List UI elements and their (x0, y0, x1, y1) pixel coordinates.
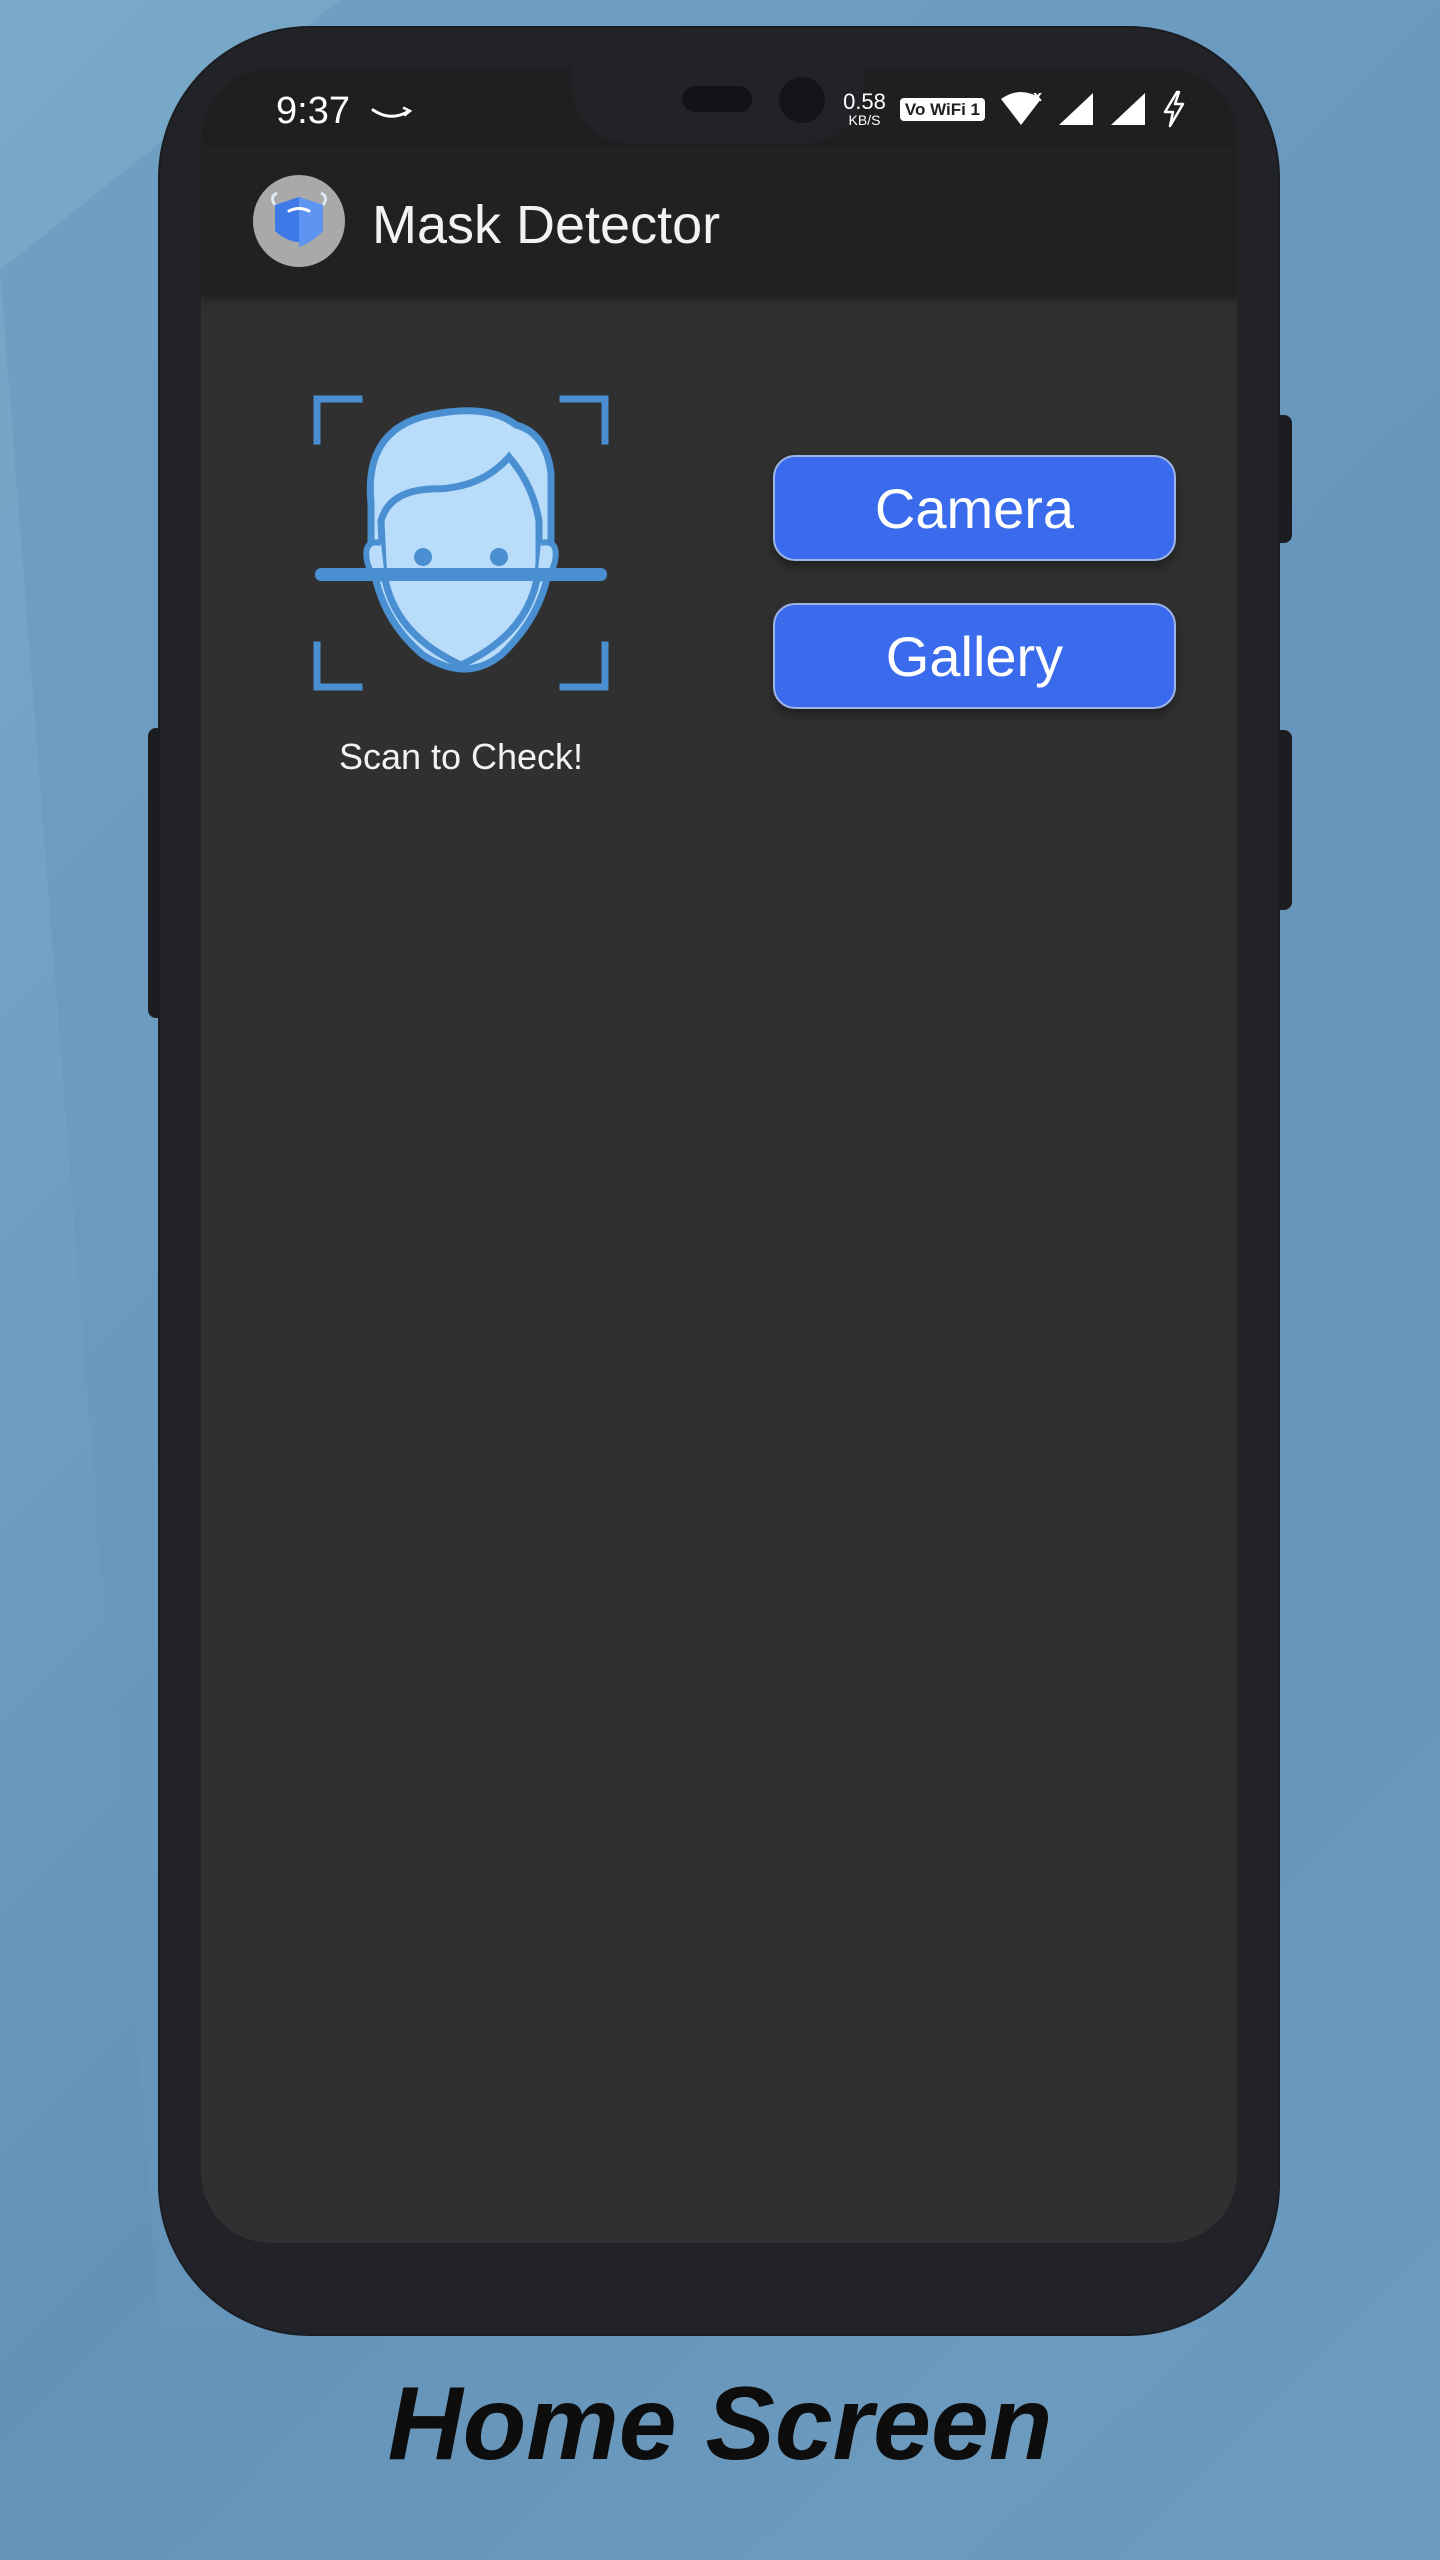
network-speed-unit: KB/S (848, 112, 881, 128)
app-title: Mask Detector (372, 195, 721, 255)
gallery-button[interactable]: Gallery (773, 603, 1176, 709)
wifi-icon: x (1001, 91, 1042, 125)
app-bar: Mask Detector (201, 146, 1237, 296)
app-logo (253, 175, 345, 267)
status-bar: 9:37 0.58 KB/S Vo WiFi 1 x (201, 68, 1237, 146)
signal-icon (1059, 93, 1093, 125)
caption-home-screen: Home Screen (387, 2366, 1053, 2482)
charging-icon (1163, 90, 1185, 128)
scan-label: Scan to Check! (338, 736, 584, 777)
amazon-smile-icon (371, 106, 413, 118)
signal-icon (1111, 93, 1145, 125)
network-speed: 0.58 KB/S (843, 89, 886, 128)
front-camera (779, 77, 825, 123)
camera-button[interactable]: Camera (773, 455, 1176, 561)
vowifi-icon: Vo WiFi 1 (899, 97, 985, 121)
svg-text:x: x (1033, 91, 1042, 105)
earpiece-speaker (682, 86, 752, 112)
network-speed-value: 0.58 (843, 89, 886, 114)
face-scan-icon (313, 395, 609, 691)
status-time: 9:37 (276, 90, 350, 132)
status-icons: 0.58 KB/S Vo WiFi 1 x (843, 86, 1187, 132)
phone-screen: 9:37 0.58 KB/S Vo WiFi 1 x Mask Detector… (201, 68, 1237, 2243)
mask-icon (270, 191, 328, 247)
